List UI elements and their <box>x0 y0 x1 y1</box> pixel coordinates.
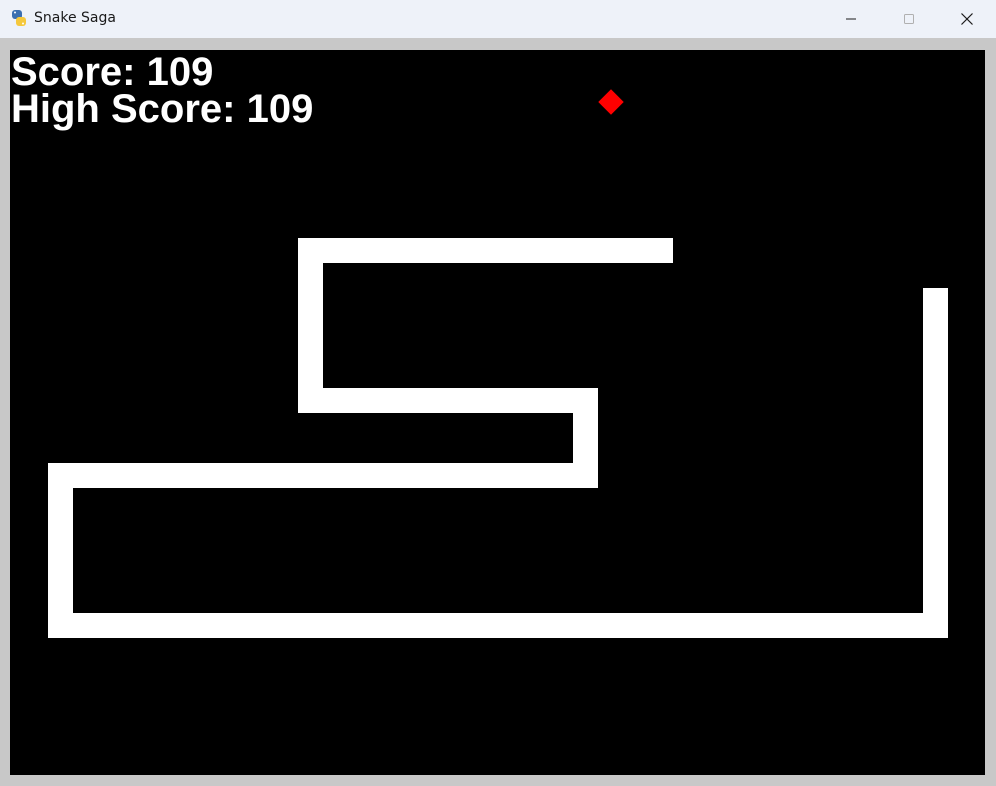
snake-segment <box>48 463 73 638</box>
title-bar[interactable]: Snake Saga <box>0 0 996 38</box>
window-title: Snake Saga <box>34 10 116 26</box>
snake-segment <box>298 238 323 413</box>
maximize-button[interactable] <box>880 0 938 38</box>
game-canvas[interactable]: Score: 109 High Score: 109 <box>10 50 985 775</box>
snake-segment <box>48 613 948 638</box>
high-score-label: High Score: 109 <box>11 87 314 131</box>
close-icon <box>960 12 974 26</box>
score-label: Score: 109 <box>11 50 214 94</box>
food-item <box>598 89 624 115</box>
close-button[interactable] <box>938 0 996 38</box>
snake-segment <box>48 463 598 488</box>
snake-segment <box>923 288 948 638</box>
minimize-icon <box>845 13 857 25</box>
minimize-button[interactable] <box>822 0 880 38</box>
python-icon <box>10 9 28 27</box>
snake-segment <box>298 388 598 413</box>
maximize-icon <box>903 13 915 25</box>
snake-segment <box>298 238 673 263</box>
